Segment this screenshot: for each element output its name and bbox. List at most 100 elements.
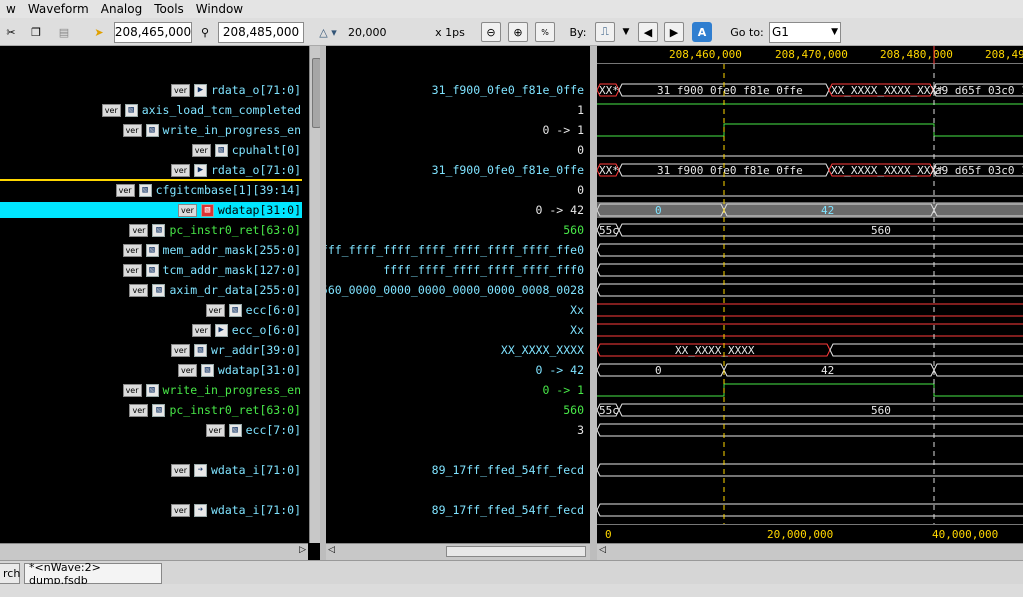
ver-badge: ver — [171, 83, 190, 97]
signal-name-row[interactable]: ver ▧ ecc[7:0] — [205, 421, 301, 439]
signal-name: ecc[6:0] — [245, 303, 301, 317]
signal-value[interactable]: 0 -> 42 — [536, 201, 584, 219]
names-hscrollbar[interactable]: ▷ — [0, 543, 308, 560]
wave-segment — [597, 123, 1023, 137]
signal-name-row[interactable]: ver ▧ wdatap[31:0] — [177, 361, 301, 379]
menu-window[interactable]: Window — [190, 2, 249, 16]
zoom-in-icon[interactable]: ⊕ — [508, 22, 528, 42]
signal-name-row[interactable]: ver ▧ cfgitcmbase[1][39:14] — [115, 181, 301, 199]
signal-name-row[interactable]: ver ▧ write_in_progress_en — [122, 381, 301, 399]
signal-value[interactable]: Xx — [570, 301, 584, 319]
wave-value-label: XX_XXXX_XXXX_XXX* — [831, 164, 944, 177]
search-backward-icon[interactable]: ◀ — [638, 22, 658, 42]
ver-badge: ver — [171, 463, 190, 477]
signal-name-row[interactable]: ver ▶ rdata_o[71:0] — [171, 161, 301, 179]
values-hscrollbar[interactable]: ◁ — [326, 543, 590, 560]
edge-select-icon[interactable]: ⎍ — [595, 22, 615, 42]
wave-value-label: 55c — [599, 224, 619, 237]
reg-icon: ▧ — [152, 283, 166, 297]
ver-badge: ver — [171, 163, 190, 177]
signal-value[interactable]: 89_17ff_ffed_54ff_fecd — [432, 461, 584, 479]
signal-value-pane[interactable]: 31_f900_0fe0_f81e_0ffe 1 0 -> 1 0 31_f900_0f… — [326, 46, 590, 543]
copy-icon[interactable]: ❐ — [26, 22, 46, 42]
wave-segment — [597, 283, 1023, 297]
signal-value[interactable]: 1 — [577, 101, 584, 119]
zoom-fit-icon[interactable]: % — [535, 22, 555, 42]
signal-name-row[interactable]: ver ▧ wr_addr[39:0] — [171, 341, 301, 359]
waveform-pane[interactable]: 208,460,000 208,470,000 208,480,000 208,49 … — [597, 46, 1023, 543]
signal-name-row[interactable]: ver ▶ ecc_o[6:0] — [191, 321, 301, 339]
port-out-icon: ▶ — [193, 163, 207, 177]
reg-icon: ▧ — [145, 383, 159, 397]
wave-hscrollbar[interactable]: ◁ — [597, 543, 1023, 560]
signal-name-row[interactable]: ver ▧ cpuhalt[0] — [191, 141, 301, 159]
signal-value[interactable]: 0 — [577, 141, 584, 159]
signal-value[interactable]: 31_f900_0fe0_f81e_0ffe — [432, 161, 584, 179]
pane-splitter[interactable] — [590, 46, 597, 560]
signal-value[interactable]: XX_XXXX_XXXX — [501, 341, 584, 359]
signal-name-row[interactable]: ver ▧ axis_load_tcm_completed — [101, 101, 301, 119]
wave-value-label: XX* — [599, 84, 619, 97]
toolbar: ✂ ❐ ▤ ➤ 208,465,000 ⚲ 208,485,000 △ ▾ 20… — [0, 18, 1023, 46]
signal-value[interactable]: 0 -> 1 — [542, 381, 584, 399]
overview-tick-label: 20,000,000 — [767, 528, 834, 541]
annotate-icon[interactable]: A — [692, 22, 712, 42]
signal-value[interactable]: 3 — [577, 421, 584, 439]
menu-w[interactable]: w — [0, 2, 22, 16]
menu-waveform[interactable]: Waveform — [22, 2, 95, 16]
cut-icon[interactable]: ✂ — [2, 22, 20, 42]
signal-name-row[interactable]: ver ▧ ecc[6:0] — [205, 301, 301, 319]
signal-name-row[interactable]: ver ➔ wdata_i[71:0] — [171, 501, 301, 519]
tab-search[interactable]: rch — [0, 563, 20, 584]
tab-nwave[interactable]: *<nWave:2> dump.fsdb — [24, 561, 162, 587]
marker-icon[interactable]: ⚲ — [196, 22, 214, 42]
signal-name-row[interactable]: ver ➔ wdata_i[71:0] — [171, 461, 301, 479]
signal-name-row[interactable]: ver ▶ rdata_o[71:0] — [171, 81, 301, 99]
signal-name: rdata_o[71:0] — [210, 163, 301, 177]
signal-value[interactable]: Xx — [570, 321, 584, 339]
ver-badge: ver — [129, 223, 149, 237]
search-forward-icon[interactable]: ▶ — [664, 22, 684, 42]
signal-value[interactable]: 31_f900_0fe0_f81e_0ffe — [432, 81, 584, 99]
signal-value[interactable]: 89_17ff_ffed_54ff_fecd — [432, 501, 584, 519]
signal-name-row[interactable]: ver ▧ pc_instr0_ret[63:0] — [129, 221, 301, 239]
signal-name-row[interactable]: ver ▧ write_in_progress_en — [122, 121, 301, 139]
signal-value[interactable]: 0 -> 42 — [536, 361, 584, 379]
wave-value-label: XX_XXXX_XXXX — [675, 344, 755, 357]
signal-name-row[interactable]: ver ▧ tcm_addr_mask[127:0] — [122, 261, 301, 279]
ver-badge: ver — [122, 383, 142, 397]
delta-icon[interactable]: △ ▾ — [310, 22, 346, 42]
signal-name-row[interactable]: ver ▧ pc_instr0_ret[63:0] — [129, 401, 301, 419]
signal-value[interactable]: fff_ffff_ffff_ffff_ffff_ffff_ffff_ffff_f… — [326, 241, 584, 259]
wave-segment — [933, 363, 1023, 377]
menu-analog[interactable]: Analog — [95, 2, 148, 16]
ver-badge: ver — [177, 363, 197, 377]
ver-badge: ver — [115, 183, 135, 197]
cursor-icon[interactable]: ➤ — [90, 22, 108, 42]
signal-name-row[interactable]: ver ▧ axim_dr_data[255:0] — [129, 281, 301, 299]
signal-value[interactable]: 560_0000_0000_0000_0000_0000_0008_0028 — [326, 281, 584, 299]
signal-value[interactable]: 0 -> 1 — [542, 121, 584, 139]
waveform-canvas[interactable]: XX* 31_f900_0fe0_f81e_0ffe XX_XXXX_XXXX_XX… — [597, 46, 1023, 543]
waveform-main: ver ▶ rdata_o[71:0] ver ▧ axis_load_tcm_compl… — [0, 46, 1023, 560]
signal-value[interactable]: 560 — [563, 221, 584, 239]
signal-value[interactable]: 560 — [563, 401, 584, 419]
signal-name-row[interactable]: ver ▧ mem_addr_mask[255:0] — [122, 241, 301, 259]
port-out-icon: ▶ — [214, 323, 228, 337]
signal-name: write_in_progress_en — [162, 123, 301, 137]
signal-value[interactable]: ffff_ffff_ffff_ffff_ffff_fff0 — [383, 261, 584, 279]
wave-value-label: 560 — [871, 224, 891, 237]
signal-name: axim_dr_data[255:0] — [169, 283, 301, 297]
goto-select[interactable]: G1 ▼ — [769, 22, 841, 43]
marker-time-field[interactable]: 208,485,000 — [218, 22, 304, 43]
menu-tools[interactable]: Tools — [148, 2, 190, 16]
zoom-out-icon[interactable]: ⊖ — [481, 22, 501, 42]
signal-value[interactable]: 0 — [577, 181, 584, 199]
chevron-down-icon[interactable]: ▼ — [619, 22, 633, 42]
cursor-time-field[interactable]: 208,465,000 — [114, 22, 192, 43]
paste-icon[interactable]: ▤ — [54, 22, 74, 42]
signal-name-row[interactable]: ver ▧ wdatap[31:0] — [177, 201, 301, 219]
signal-name-pane[interactable]: ver ▶ rdata_o[71:0] ver ▧ axis_load_tcm_compl… — [0, 46, 307, 543]
signal-name: wdata_i[71:0] — [210, 463, 301, 477]
goto-value: G1 — [772, 25, 789, 39]
